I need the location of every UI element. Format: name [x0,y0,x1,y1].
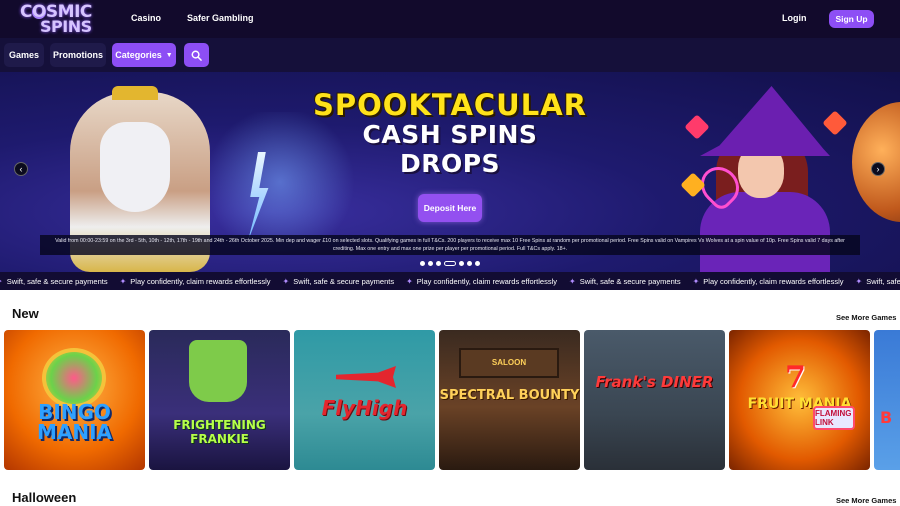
hero-title-line2: CASH SPINS [362,120,538,149]
promo-terms: Valid from 00:00-23:59 on the 3rd - 5th,… [40,235,860,255]
ticker-text: Swift, safe & secure payments [579,276,681,286]
new-games-row: BINGO MANIA FRIGHTENING FRANKIE FlyHigh … [4,330,900,470]
ticker-item: ✦ Play confidently, claim rewards effortl… [406,272,557,290]
hero-banner[interactable]: SPOOKTACULAR CASH SPINS DROPS Deposit He… [0,72,900,272]
carousel-dot[interactable] [436,260,441,266]
see-more-new-link[interactable]: See More Games [836,313,896,322]
hero-title-line3: DROPS [399,149,501,178]
ticker-text: Play confidently, claim rewards effortle… [130,276,271,286]
sparkle-icon: ✦ [855,276,863,286]
carousel-dots [420,260,480,266]
search-icon [191,50,202,61]
see-more-halloween-link[interactable]: See More Games [836,496,896,505]
deposit-here-button[interactable]: Deposit Here [418,194,482,222]
sparkle-icon: ✦ [282,276,290,286]
nav-safer-gambling[interactable]: Safer Gambling [187,13,254,23]
saloon-image: SALOON [459,348,559,378]
carousel-dot[interactable] [467,260,472,266]
ticker-item: ✦Swift, safe & secure payments [856,272,900,290]
gem-image [822,110,848,136]
sub-nav: Games Promotions Categories ▼ [0,38,900,72]
logo-line2: SPINS [40,17,92,36]
game-card-franks-diner[interactable]: Frank's DINER [584,330,725,470]
carousel-dot[interactable] [420,260,425,266]
ticker-item: ✦Swift, safe & secure payments [283,272,395,290]
sign-up-button[interactable]: Sign Up [829,10,874,28]
gem-image [684,114,710,140]
witch-hat [700,86,830,156]
section-title-new: New [12,306,39,321]
game-card-fruit-mania[interactable]: 7 FRUIT MANIA FLAMING LINK [729,330,870,470]
sparkle-icon: ✦ [406,276,413,286]
game-title: FRIGHTENING FRANKIE [173,418,266,446]
game-card-frightening-frankie[interactable]: FRIGHTENING FRANKIE [149,330,290,470]
carousel-prev-arrow-icon[interactable]: ‹ [14,162,28,176]
game-title: BINGO MANIA [36,400,113,444]
hero-title-line1: SPOOKTACULAR [313,88,587,122]
search-button[interactable] [184,43,209,67]
ticker-item: ✦Swift, safe & secure payments [569,272,681,290]
ticker-text: Play confidently, claim rewards effortle… [416,276,557,286]
categories-label: Categories [115,50,162,60]
game-card-flyhigh[interactable]: FlyHigh [294,330,435,470]
carousel-next-arrow-icon[interactable]: › [871,162,885,176]
game-card-partial[interactable]: B [874,330,900,470]
login-link[interactable]: Login [782,13,807,23]
cosmic-spins-logo[interactable]: COSMIC SPINS [18,2,102,36]
carousel-dot[interactable] [459,260,464,266]
game-title: FlyHigh [321,396,408,420]
benefits-ticker: ✦Swift, safe & secure payments✦Play conf… [0,272,900,290]
carousel-dot[interactable] [428,260,433,266]
games-tab[interactable]: Games [4,43,44,67]
sparkle-icon: ✦ [692,276,700,286]
game-card-bingo-mania[interactable]: BINGO MANIA [4,330,145,470]
chevron-down-icon: ▼ [165,51,173,59]
game-title: B [880,408,893,427]
ticker-text: Swift, safe & secure payments [866,276,900,286]
ticker-item: ✦ Play confidently, claim rewards effortl… [120,272,271,290]
nav-casino[interactable]: Casino [131,13,161,23]
zeus-beard [100,122,170,212]
game-title: SPECTRAL BOUNTY [439,388,580,403]
ticker-item: ✦ Play confidently, claim rewards effortl… [693,272,844,290]
game-card-spectral-bounty[interactable]: SALOON SPECTRAL BOUNTY [439,330,580,470]
seven-image: 7 [785,360,806,395]
categories-dropdown[interactable]: Categories ▼ [112,43,176,67]
section-title-halloween: Halloween [12,490,77,505]
ticker-item: ✦Swift, safe & secure payments [0,272,108,290]
plane-image [336,366,396,388]
flaming-link-badge: FLAMING LINK [813,406,855,430]
top-bar: COSMIC SPINS Casino Safer Gambling Login… [0,0,900,38]
saloon-sign: SALOON [491,358,527,367]
ticker-text: Play confidently, claim rewards effortle… [703,276,844,286]
bingo-ball-image [42,348,106,408]
game-title: Frank's DINER [595,373,714,391]
sparkle-icon: ✦ [569,276,576,286]
sparkle-icon: ✦ [0,277,3,286]
sparkle-icon: ✦ [119,276,127,286]
ticker-text: Swift, safe & secure payments [293,276,395,286]
promotions-tab[interactable]: Promotions [50,43,106,67]
carousel-dot[interactable] [444,260,456,266]
zeus-crown [112,86,158,100]
carousel-dot[interactable] [475,260,480,266]
frankie-image [189,340,247,402]
ticker-text: Swift, safe & secure payments [6,276,108,286]
